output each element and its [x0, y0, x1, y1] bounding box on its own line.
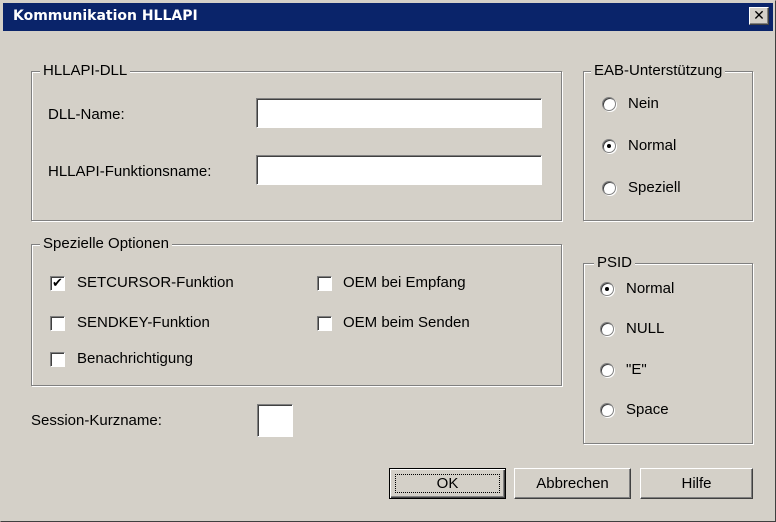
session-shortname-input[interactable] [257, 404, 293, 437]
setcursor-label[interactable]: SETCURSOR-Funktion [77, 274, 234, 292]
dll-name-label: DLL-Name: [48, 106, 125, 123]
close-button[interactable]: ✕ [749, 7, 769, 25]
title-bar[interactable]: Kommunikation HLLAPI ✕ [3, 3, 773, 31]
cancel-button-label: Abbrechen [536, 475, 609, 492]
window-title: Kommunikation HLLAPI [13, 8, 198, 24]
sendkey-checkbox[interactable] [50, 316, 65, 331]
func-name-label: HLLAPI-Funktionsname: [48, 163, 212, 180]
eab-normal-label[interactable]: Normal [628, 137, 676, 155]
eab-normal-radio[interactable] [602, 139, 616, 153]
group-hllapi-dll-legend: HLLAPI-DLL [40, 62, 131, 80]
cancel-button[interactable]: Abbrechen [514, 468, 631, 499]
group-special-options-legend: Spezielle Optionen [40, 235, 172, 253]
dll-name-input[interactable] [256, 98, 542, 128]
sendkey-label[interactable]: SENDKEY-Funktion [77, 314, 210, 332]
group-special-options: Spezielle Optionen ✔ SETCURSOR-Funktion … [31, 235, 562, 386]
eab-nein-radio[interactable] [602, 97, 616, 111]
oem-empfang-checkbox[interactable] [317, 276, 332, 291]
session-shortname-label: Session-Kurzname: [31, 412, 162, 429]
group-hllapi-dll: HLLAPI-DLL DLL-Name: HLLAPI-Funktionsnam… [31, 62, 562, 221]
check-icon: ✔ [52, 276, 63, 291]
setcursor-checkbox[interactable]: ✔ [50, 276, 65, 291]
psid-null-label[interactable]: NULL [626, 320, 664, 338]
oem-empfang-label[interactable]: OEM bei Empfang [343, 274, 466, 292]
func-name-input[interactable] [256, 155, 542, 185]
psid-normal-label[interactable]: Normal [626, 280, 674, 298]
psid-null-radio[interactable] [600, 322, 614, 336]
psid-e-label[interactable]: "E" [626, 361, 647, 379]
dialog-window: Kommunikation HLLAPI ✕ HLLAPI-DLL DLL-Na… [0, 0, 776, 522]
eab-speziell-radio[interactable] [602, 181, 616, 195]
ok-button[interactable]: OK [389, 468, 506, 499]
eab-nein-label[interactable]: Nein [628, 95, 659, 113]
focus-rect [395, 474, 500, 493]
psid-normal-radio[interactable] [600, 282, 614, 296]
psid-space-radio[interactable] [600, 403, 614, 417]
oem-senden-label[interactable]: OEM beim Senden [343, 314, 470, 332]
group-psid-legend: PSID [594, 254, 636, 272]
benachrichtigung-checkbox[interactable] [50, 352, 65, 367]
group-eab: EAB-Unterstützung Nein Normal Speziell [583, 62, 753, 221]
help-button[interactable]: Hilfe [640, 468, 753, 499]
oem-senden-checkbox[interactable] [317, 316, 332, 331]
group-psid: PSID Normal NULL "E" Space [583, 254, 753, 444]
benachrichtigung-label[interactable]: Benachrichtigung [77, 350, 193, 368]
group-eab-legend: EAB-Unterstützung [591, 62, 726, 80]
eab-speziell-label[interactable]: Speziell [628, 179, 681, 197]
close-icon: ✕ [753, 8, 765, 24]
help-button-label: Hilfe [681, 475, 712, 492]
psid-e-radio[interactable] [600, 363, 614, 377]
psid-space-label[interactable]: Space [626, 401, 669, 419]
